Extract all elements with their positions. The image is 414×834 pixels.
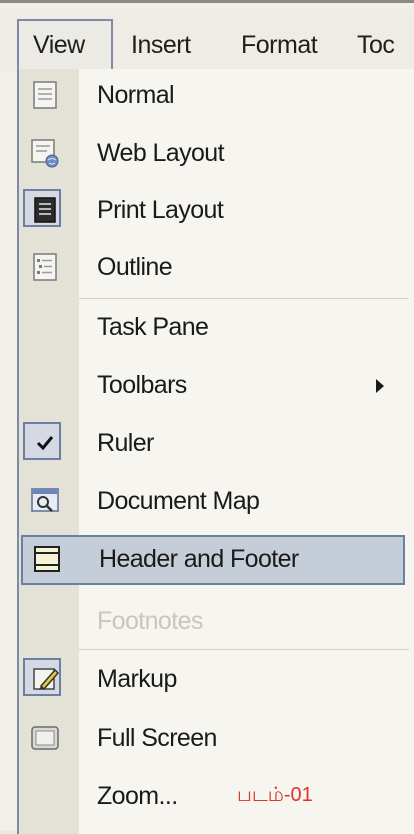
- menu-insert[interactable]: Insert: [131, 31, 191, 60]
- print-layout-icon: [34, 197, 56, 223]
- menu-separator: [79, 649, 409, 650]
- menu-item-label: Outline: [97, 253, 173, 281]
- menu-item-header-and-footer[interactable]: Header and Footer: [21, 535, 405, 585]
- menu-item-label: Normal: [97, 81, 175, 109]
- markup-icon: [33, 668, 60, 691]
- header-footer-icon: [34, 546, 60, 572]
- menu-item-web-layout[interactable]: Web Layout: [19, 129, 412, 179]
- menu-item-task-pane[interactable]: Task Pane: [19, 303, 412, 353]
- submenu-arrow-icon: [376, 379, 384, 393]
- menu-item-label: Task Pane: [97, 313, 209, 341]
- menu-view-label: View: [33, 31, 85, 59]
- menu-tools-label: Toc: [357, 31, 395, 59]
- web-layout-icon: [31, 139, 59, 168]
- menu-item-markup[interactable]: Markup: [19, 655, 412, 705]
- figure-caption: படம்-01: [237, 784, 313, 806]
- menu-item-label: Print Layout: [97, 196, 224, 224]
- menu-item-outline[interactable]: Outline: [19, 243, 412, 293]
- menu-bar: View Insert Format Toc: [0, 9, 414, 77]
- menu-format-label: Format: [241, 31, 318, 59]
- full-screen-icon: [31, 726, 59, 750]
- menu-item-label: Footnotes: [97, 607, 203, 635]
- menu-item-normal[interactable]: Normal: [19, 71, 412, 121]
- menu-item-ruler[interactable]: Ruler: [19, 419, 412, 469]
- menu-item-label: Ruler: [97, 429, 154, 457]
- menu-item-label: Markup: [97, 665, 177, 693]
- menu-format[interactable]: Format: [241, 31, 318, 60]
- menu-item-label: Web Layout: [97, 139, 225, 167]
- menu-item-label: Full Screen: [97, 724, 217, 752]
- menu-separator: [79, 298, 409, 299]
- menu-tools[interactable]: Toc: [357, 31, 395, 60]
- menu-insert-label: Insert: [131, 31, 191, 59]
- menu-item-label: Toolbars: [97, 371, 187, 399]
- menu-item-print-layout[interactable]: Print Layout: [19, 186, 412, 236]
- menu-item-toolbars[interactable]: Toolbars: [19, 361, 412, 411]
- menu-item-full-screen[interactable]: Full Screen: [19, 714, 412, 764]
- menu-item-document-map[interactable]: Document Map: [19, 477, 412, 527]
- menu-item-label: Document Map: [97, 487, 260, 515]
- menu-item-zoom[interactable]: Zoom... படம்-01: [19, 772, 412, 822]
- normal-view-icon: [33, 81, 57, 109]
- menu-item-footnotes: Footnotes: [19, 597, 412, 647]
- view-dropdown-menu: Normal Web Layout Print Layout Outline T…: [17, 69, 414, 834]
- menu-item-label: Zoom...: [97, 782, 178, 810]
- document-map-icon: [31, 488, 59, 512]
- checkmark-icon: [36, 436, 54, 451]
- outline-view-icon: [33, 253, 57, 281]
- menu-item-label: Header and Footer: [99, 545, 299, 573]
- application-window: View Insert Format Toc Normal Web Layout…: [0, 0, 414, 834]
